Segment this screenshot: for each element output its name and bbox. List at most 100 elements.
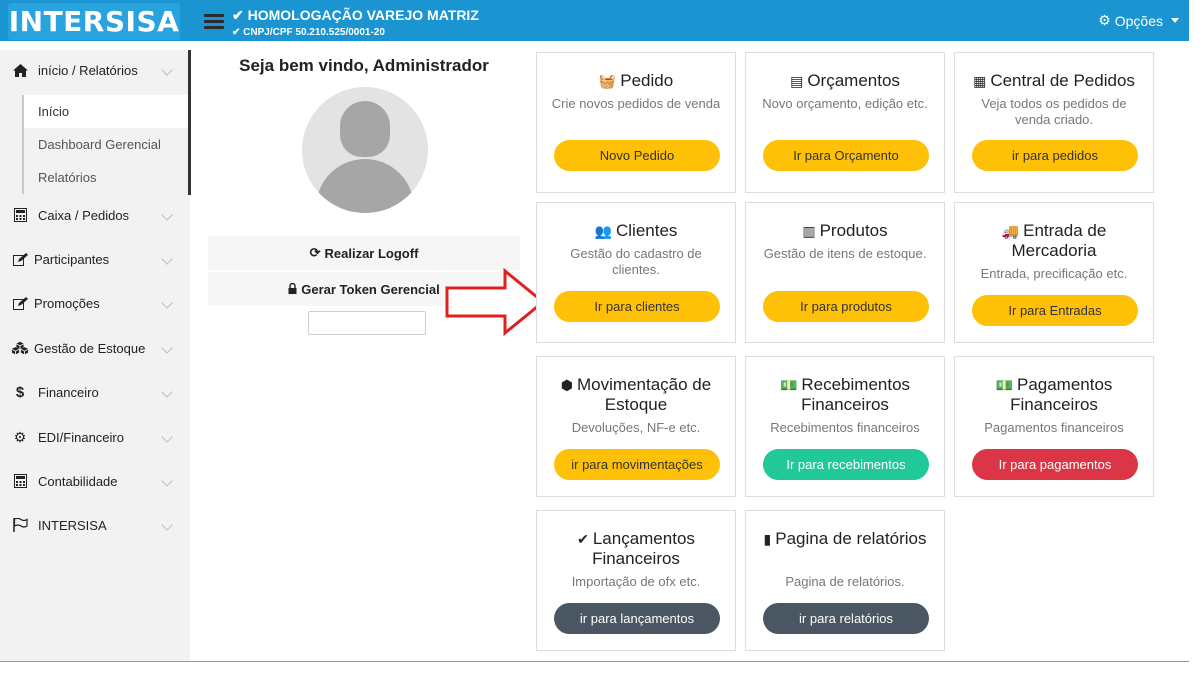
sidebar-item-gestao-estoque[interactable]: Gestão de Estoque bbox=[0, 328, 188, 368]
card-title: 💵 Recebimentos Financeiros bbox=[779, 375, 911, 414]
produtos-button[interactable]: Ir para produtos bbox=[763, 291, 929, 322]
lancamentos-button[interactable]: ir para lançamentos bbox=[554, 603, 720, 634]
basket-icon: 🧺 bbox=[598, 73, 617, 89]
subitem-label: Início bbox=[38, 104, 70, 119]
gear-icon: ⚙ bbox=[1098, 12, 1111, 28]
app-logo[interactable]: INTERSISA bbox=[8, 3, 180, 40]
options-label: Opções bbox=[1114, 12, 1163, 29]
card-title: ✔ Lançamentos Financeiros bbox=[577, 529, 695, 568]
card-title: ▮ Pagina de relatórios bbox=[763, 529, 927, 548]
flag-icon bbox=[11, 517, 29, 533]
sidebar-item-label: Financeiro bbox=[38, 384, 99, 400]
card-title: 💵 Pagamentos Financeiros bbox=[995, 375, 1113, 414]
card-title: ▥ Produtos bbox=[802, 221, 888, 240]
chevron-down-icon bbox=[161, 519, 173, 531]
card-lancamentos: ✔ Lançamentos Financeiros Importação de o… bbox=[536, 510, 736, 651]
card-title: 🚚 Entrada de Mercadoria bbox=[1001, 221, 1107, 260]
sidebar-scrollbar[interactable] bbox=[188, 50, 191, 195]
subitem-label: Relatórios bbox=[38, 170, 97, 185]
card-description: Pagamentos financeiros bbox=[984, 420, 1124, 435]
avatar bbox=[302, 87, 428, 213]
pedidos-button[interactable]: ir para pedidos bbox=[972, 140, 1138, 171]
card-pagamentos: 💵 Pagamentos Financeiros Pagamentos finan… bbox=[954, 356, 1154, 497]
token-label: Gerar Token Gerencial bbox=[301, 281, 440, 297]
orcamento-button[interactable]: Ir para Orçamento bbox=[763, 140, 929, 171]
calculator-icon bbox=[11, 207, 29, 223]
sidebar-item-caixa-pedidos[interactable]: Caixa / Pedidos bbox=[0, 195, 188, 235]
company-cnpj: ✔ CNPJ/CPF 50.210.525/0001-20 bbox=[232, 27, 385, 38]
sidebar-item-label: início / Relatórios bbox=[38, 62, 138, 78]
home-icon bbox=[11, 62, 29, 78]
sidebar-item-inicio-relatorios[interactable]: início / Relatórios bbox=[0, 50, 188, 90]
sidebar-item-participantes[interactable]: Participantes bbox=[0, 239, 188, 279]
chevron-down-icon bbox=[161, 342, 173, 354]
sidebar-item-label: Contabilidade bbox=[38, 473, 118, 489]
logoff-label: Realizar Logoff bbox=[324, 245, 419, 261]
chevron-down-icon bbox=[161, 253, 173, 265]
token-input[interactable] bbox=[308, 311, 426, 335]
relatorios-button[interactable]: ir para relatórios bbox=[763, 603, 929, 634]
sidebar-item-label: Caixa / Pedidos bbox=[38, 207, 130, 223]
logoff-button[interactable]: ⟳ Realizar Logoff bbox=[208, 236, 520, 270]
refresh-icon: ⟳ bbox=[309, 245, 321, 260]
card-produtos: ▥ Produtos Gestão de itens de estoque. Ir… bbox=[745, 202, 945, 343]
sidebar-subitem-inicio[interactable]: Início bbox=[22, 95, 188, 128]
barcode-icon: ▥ bbox=[802, 223, 816, 239]
sidebar-item-label: INTERSISA bbox=[38, 517, 107, 533]
card-description: Gestão de itens de estoque. bbox=[763, 246, 927, 261]
card-description: Devoluções, NF-e etc. bbox=[571, 420, 701, 435]
card-description: Veja todos os pedidos de venda criado. bbox=[981, 96, 1127, 127]
card-central-pedidos: ▦ Central de Pedidos Veja todos os pedido… bbox=[954, 52, 1154, 193]
card-movimentacao-estoque: ⬢ Movimentação de Estoque Devoluções, NF-… bbox=[536, 356, 736, 497]
clientes-button[interactable]: Ir para clientes bbox=[554, 291, 720, 322]
card-relatorios: ▮ Pagina de relatórios Pagina de relatóri… bbox=[745, 510, 945, 651]
card-description: Novo orçamento, edição etc. bbox=[762, 96, 928, 111]
pagamentos-button[interactable]: Ir para pagamentos bbox=[972, 449, 1138, 480]
sidebar-item-promocoes[interactable]: Promoções bbox=[0, 283, 188, 323]
sidebar-item-intersisa[interactable]: INTERSISA bbox=[0, 505, 188, 545]
sidebar-item-label: EDI/Financeiro bbox=[38, 429, 124, 445]
users-icon: 👥 bbox=[594, 223, 612, 239]
entradas-button[interactable]: Ir para Entradas bbox=[972, 295, 1138, 326]
subitem-label: Dashboard Gerencial bbox=[38, 137, 161, 152]
sidebar-item-label: Participantes bbox=[34, 251, 110, 267]
sidebar-item-edi-financeiro[interactable]: ⚙ EDI/Financeiro bbox=[0, 417, 188, 457]
file-icon: ▤ bbox=[790, 73, 804, 89]
recebimentos-button[interactable]: Ir para recebimentos bbox=[763, 449, 929, 480]
card-description: Entrada, precificação etc. bbox=[980, 266, 1128, 281]
edit-icon bbox=[11, 295, 29, 311]
cubes-icon bbox=[11, 340, 29, 356]
card-title: 🧺 Pedido bbox=[598, 71, 674, 90]
red-arrow-icon bbox=[445, 268, 546, 336]
card-description: Crie novos pedidos de venda bbox=[551, 96, 721, 111]
sidebar-item-label: Gestão de Estoque bbox=[34, 340, 146, 356]
chevron-down-icon bbox=[161, 297, 173, 309]
chevron-down-icon bbox=[161, 209, 173, 221]
sidebar-subitem-relatorios[interactable]: Relatórios bbox=[22, 161, 188, 194]
card-description: Gestão do cadastro de clientes. bbox=[570, 246, 702, 277]
sidebar-item-financeiro[interactable]: $ Financeiro bbox=[0, 372, 188, 412]
page-bottom-border bbox=[0, 661, 1189, 662]
novo-pedido-button[interactable]: Novo Pedido bbox=[554, 140, 720, 171]
truck-icon: 🚚 bbox=[1001, 223, 1020, 239]
card-clientes: 👥 Clientes Gestão do cadastro de clientes… bbox=[536, 202, 736, 343]
movimentacoes-button[interactable]: ir para movimentações bbox=[554, 449, 720, 480]
sidebar-item-contabilidade[interactable]: Contabilidade bbox=[0, 461, 188, 501]
card-title: ⬢ Movimentação de Estoque bbox=[560, 375, 712, 414]
options-menu[interactable]: ⚙ Opções bbox=[1098, 12, 1179, 29]
welcome-message: Seja bem vindo, Administrador bbox=[239, 56, 489, 75]
document-icon: ▮ bbox=[763, 531, 772, 547]
card-description: Pagina de relatórios. bbox=[785, 574, 905, 589]
top-bar: INTERSISA ✔ HOMOLOGAÇÃO VAREJO MATRIZ ✔ … bbox=[0, 0, 1189, 41]
calculator-icon: ▦ bbox=[973, 73, 987, 89]
menu-toggle-icon[interactable] bbox=[204, 14, 224, 30]
chevron-down-icon bbox=[161, 475, 173, 487]
card-orcamentos: ▤ Orçamentos Novo orçamento, edição etc. … bbox=[745, 52, 945, 193]
sidebar-subitem-dashboard[interactable]: Dashboard Gerencial bbox=[22, 128, 188, 161]
caret-down-icon bbox=[1171, 18, 1179, 23]
sidebar-item-label: Promoções bbox=[34, 295, 100, 311]
card-description: Recebimentos financeiros bbox=[770, 420, 920, 435]
chevron-down-icon bbox=[161, 431, 173, 443]
money-icon: 💵 bbox=[995, 377, 1013, 393]
chevron-down-icon bbox=[161, 64, 173, 76]
